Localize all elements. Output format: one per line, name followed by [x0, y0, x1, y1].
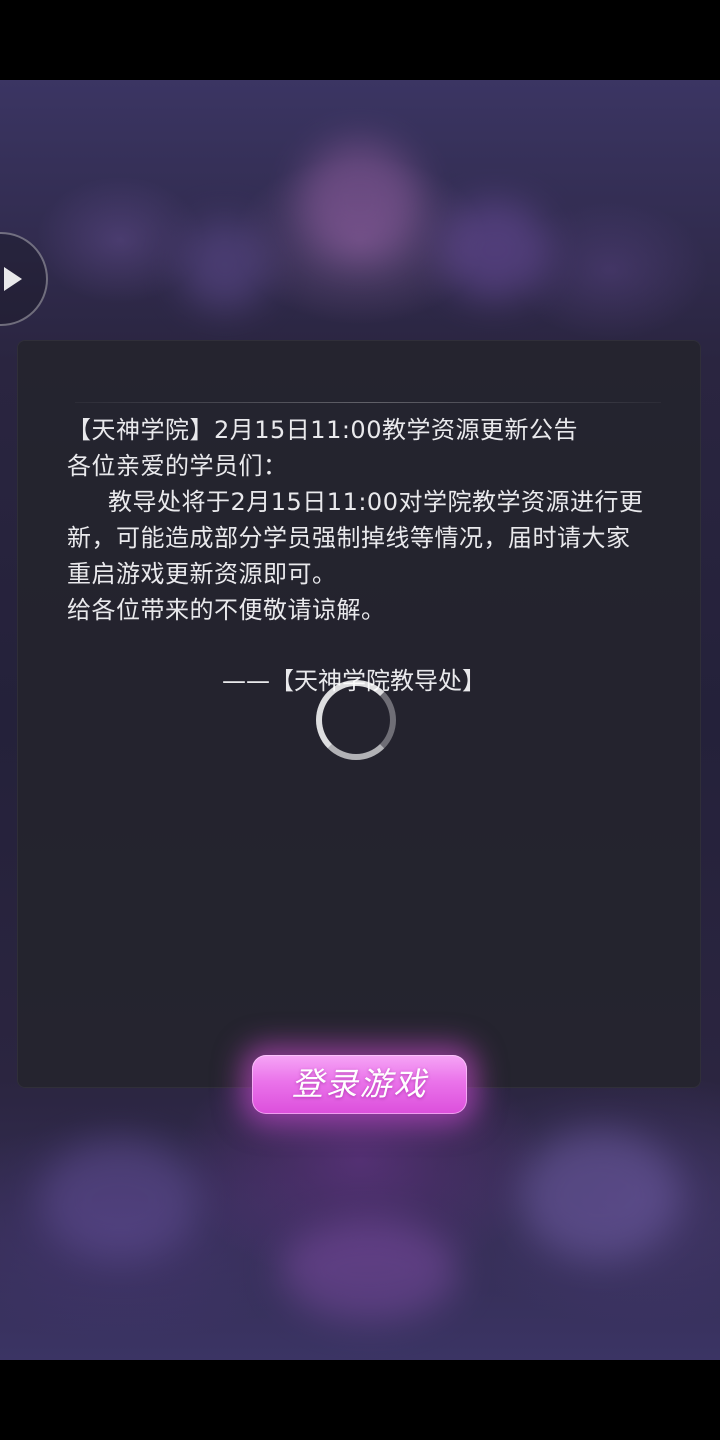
bottom-letterbox	[0, 1360, 720, 1440]
play-icon	[4, 267, 22, 291]
background-glow	[300, 140, 420, 260]
announcement-body-line: 重启游戏更新资源即可。	[67, 560, 337, 588]
announcement-apology: 给各位带来的不便敬请谅解。	[67, 596, 386, 624]
panel-divider	[75, 402, 661, 403]
game-screen: 【天神学院】2月15日11:00教学资源更新公告 各位亲爱的学员们： 教导处将于…	[0, 0, 720, 1440]
background-glow	[280, 1220, 460, 1320]
background-glow	[440, 200, 550, 300]
announcement-body-line: 新，可能造成部分学员强制掉线等情况，届时请大家	[67, 524, 631, 552]
loading-spinner-icon	[316, 680, 396, 760]
login-game-button[interactable]: 登录游戏	[252, 1055, 467, 1114]
top-letterbox	[0, 0, 720, 80]
announcement-text: 【天神学院】2月15日11:00教学资源更新公告 各位亲爱的学员们： 教导处将于…	[67, 412, 667, 628]
background-glow	[520, 1130, 680, 1260]
announcement-body-line: 教导处将于2月15日11:00对学院教学资源进行更	[108, 488, 644, 516]
background-glow	[180, 220, 270, 310]
background-glow	[40, 1140, 200, 1260]
announcement-greeting: 各位亲爱的学员们：	[67, 452, 288, 480]
announcement-title: 【天神学院】2月15日11:00教学资源更新公告	[67, 416, 578, 444]
